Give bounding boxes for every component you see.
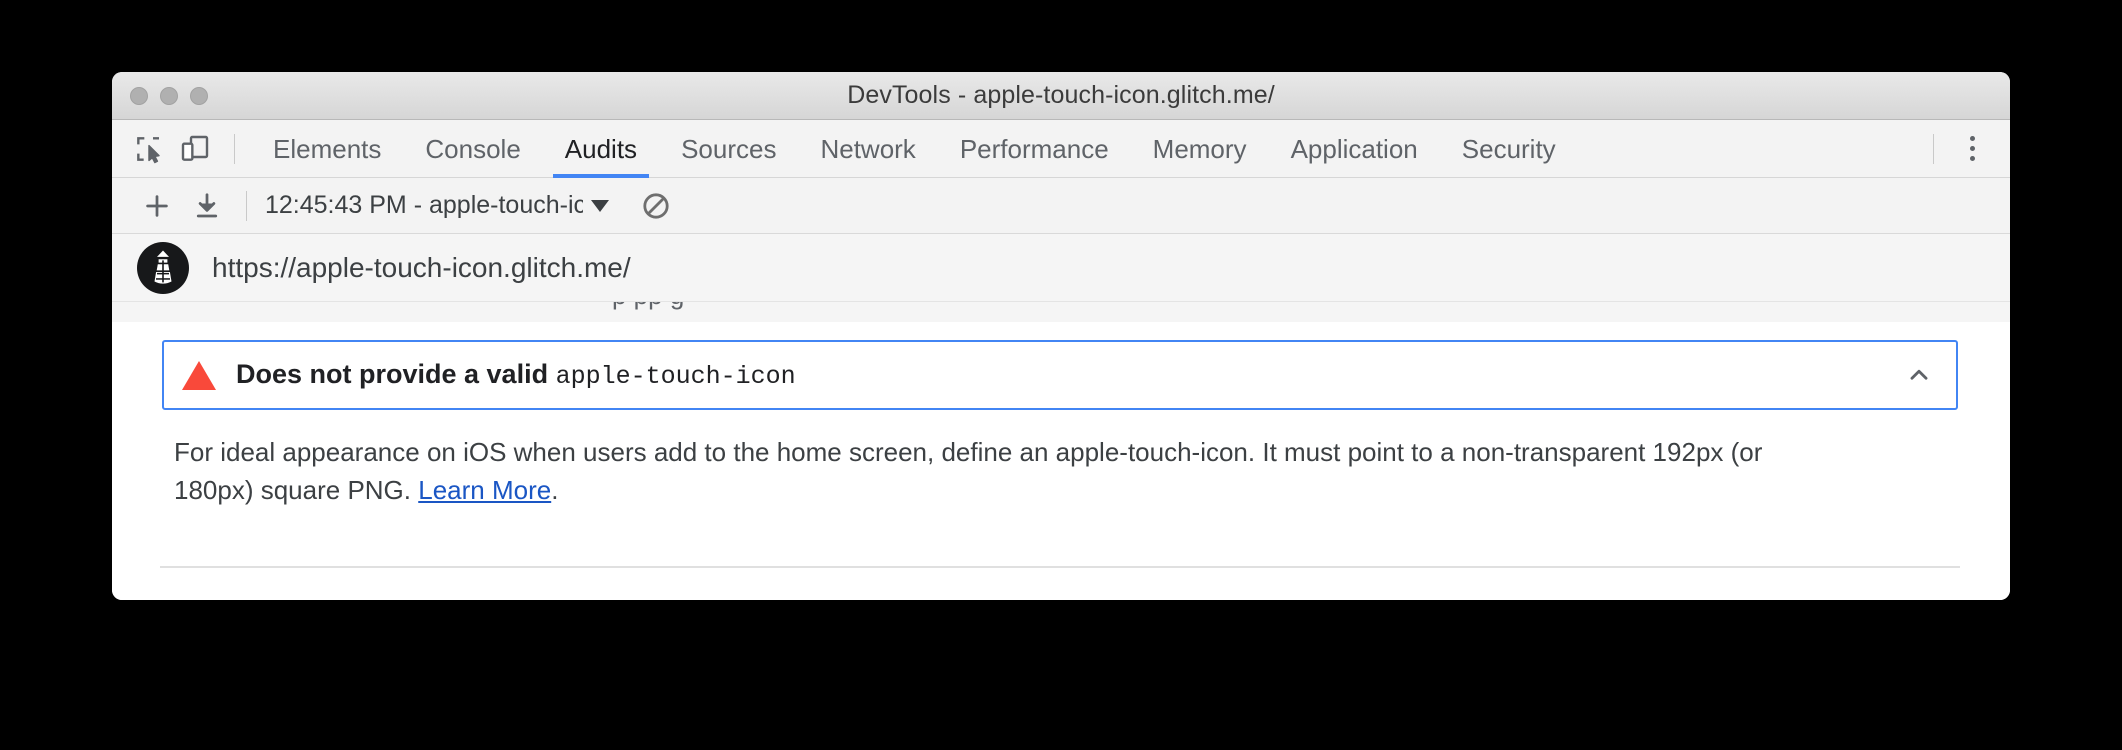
audit-item-apple-touch-icon[interactable]: Does not provide a valid apple-touch-ico… <box>162 340 1958 410</box>
lighthouse-logo <box>136 241 190 295</box>
tab-network[interactable]: Network <box>798 120 937 178</box>
report-selector-label: 12:45:43 PM - apple-touch-ico <box>265 191 583 219</box>
report-url-row: https://apple-touch-icon.glitch.me/ <box>112 234 2010 302</box>
export-report-icon[interactable] <box>182 184 232 228</box>
window-title: DevTools - apple-touch-icon.glitch.me/ <box>847 81 1275 109</box>
warning-triangle-icon <box>182 360 216 390</box>
window-titlebar: DevTools - apple-touch-icon.glitch.me/ <box>112 72 2010 120</box>
new-audit-icon[interactable] <box>132 184 182 228</box>
tabbar-right-divider <box>1933 133 1934 164</box>
audit-item-title: Does not provide a valid apple-touch-ico… <box>236 359 796 391</box>
audits-report-body: p pp g Does not provide a valid apple-to… <box>112 302 2010 600</box>
audit-item-description: For ideal appearance on iOS when users a… <box>174 434 1774 509</box>
tab-application[interactable]: Application <box>1269 120 1440 178</box>
clipped-previous-row: p pp g <box>112 302 2010 322</box>
audit-title-text: Does not provide a valid <box>236 359 556 389</box>
toolbar-separator <box>246 190 247 221</box>
chevron-down-icon <box>591 199 609 212</box>
tab-elements[interactable]: Elements <box>251 120 403 178</box>
tab-security[interactable]: Security <box>1440 120 1578 178</box>
devtools-tabbar: Elements Console Audits Sources Network … <box>112 120 2010 178</box>
tab-sources[interactable]: Sources <box>659 120 798 178</box>
chevron-up-icon[interactable] <box>1906 362 1932 388</box>
learn-more-link[interactable]: Learn More <box>418 475 551 505</box>
tab-performance[interactable]: Performance <box>938 120 1131 178</box>
audits-toolbar: 12:45:43 PM - apple-touch-ico <box>112 178 2010 234</box>
toolbar-divider <box>234 133 235 164</box>
tab-console[interactable]: Console <box>403 120 542 178</box>
audit-title-code: apple-touch-icon <box>555 362 796 391</box>
tab-audits[interactable]: Audits <box>543 120 659 178</box>
report-url: https://apple-touch-icon.glitch.me/ <box>212 251 631 283</box>
clipped-text: p pp g <box>612 302 684 311</box>
device-toolbar-icon[interactable] <box>172 126 218 172</box>
audit-description-text: For ideal appearance on iOS when users a… <box>174 437 1763 505</box>
overflow-menu-icon[interactable] <box>1950 126 1994 172</box>
inspect-element-icon[interactable] <box>126 126 172 172</box>
clear-all-icon[interactable] <box>633 183 679 229</box>
tab-memory[interactable]: Memory <box>1131 120 1269 178</box>
devtools-window: DevTools - apple-touch-icon.glitch.me/ E… <box>112 72 2010 600</box>
tabbar-right-group <box>1917 126 2010 172</box>
report-selector[interactable]: 12:45:43 PM - apple-touch-ico <box>265 191 609 220</box>
audit-description-suffix: . <box>551 474 559 505</box>
screenshot-stage: DevTools - apple-touch-icon.glitch.me/ E… <box>0 0 2122 750</box>
section-divider <box>160 566 1960 568</box>
